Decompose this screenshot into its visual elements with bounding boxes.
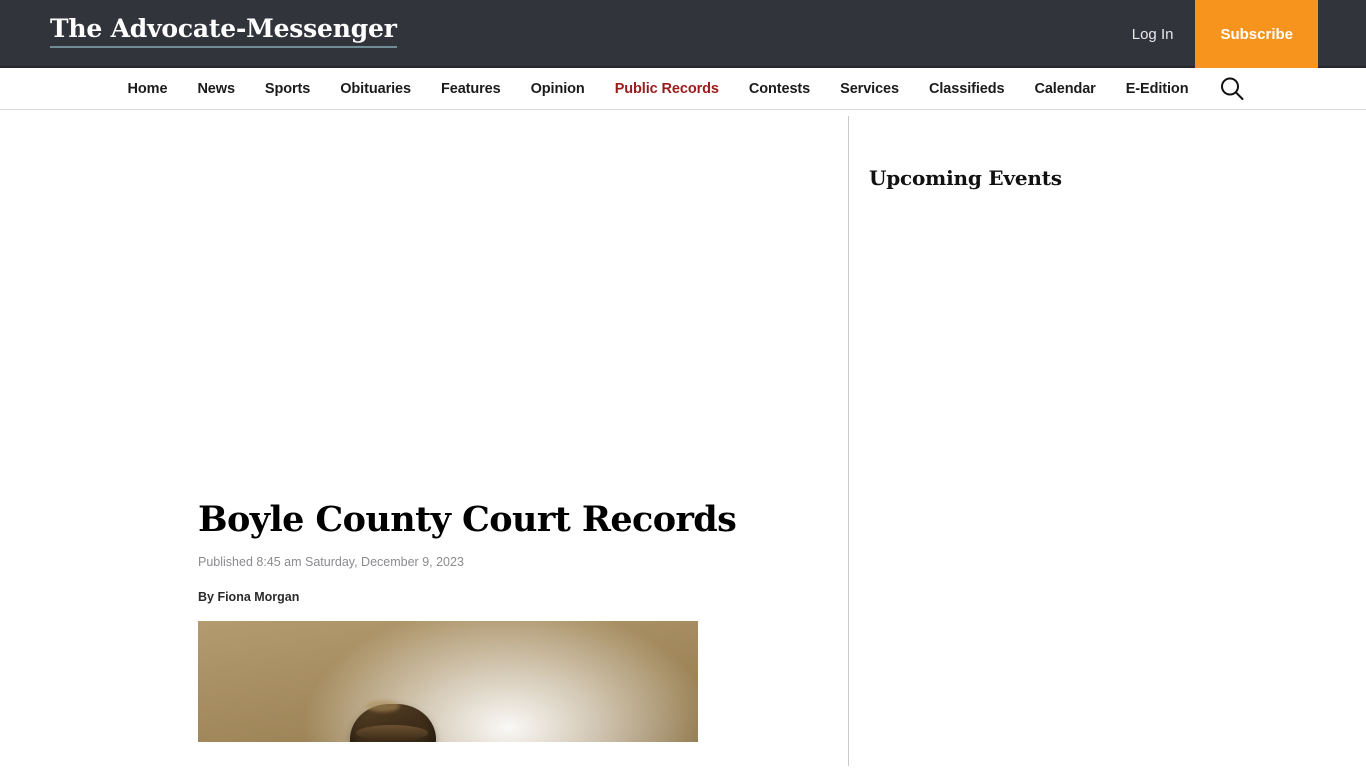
nav-item-classifieds[interactable]: Classifieds: [914, 81, 1019, 97]
article-headline: Boyle County Court Records: [198, 499, 737, 540]
nav-item-services[interactable]: Services: [825, 81, 914, 97]
nav-item-opinion[interactable]: Opinion: [516, 81, 600, 97]
nav-item-features-wrap: Features: [426, 80, 516, 98]
nav-item-contests[interactable]: Contests: [734, 81, 825, 97]
nav-item-e-edition-wrap: E-Edition: [1111, 80, 1204, 98]
nav-item-sports-wrap: Sports: [250, 80, 325, 98]
advertisement-slot[interactable]: [198, 110, 698, 480]
article-byline: By Fiona Morgan: [198, 590, 300, 605]
search-button[interactable]: [1203, 74, 1253, 104]
nav-item-home[interactable]: Home: [113, 81, 183, 97]
nav-item-opinion-wrap: Opinion: [516, 80, 600, 98]
nav-item-calendar[interactable]: Calendar: [1019, 81, 1110, 97]
nav-item-e-edition[interactable]: E-Edition: [1111, 81, 1204, 97]
nav-item-obituaries-wrap: Obituaries: [325, 80, 426, 98]
site-header: The Advocate-Messenger Log In Subscribe: [0, 0, 1366, 68]
upcoming-events-list[interactable]: [869, 212, 1289, 692]
sidebar: Upcoming Events: [848, 116, 1318, 766]
sidebar-heading-upcoming-events: Upcoming Events: [869, 166, 1062, 190]
nav-item-obituaries[interactable]: Obituaries: [325, 81, 426, 97]
nav-item-public-records-wrap: Public Records: [600, 80, 734, 98]
article-published-date: Published 8:45 am Saturday, December 9, …: [198, 555, 464, 570]
search-icon: [1221, 77, 1244, 100]
nav-item-news-wrap: News: [182, 80, 249, 98]
nav-item-news[interactable]: News: [182, 81, 249, 97]
page-body: Boyle County Court Records Published 8:4…: [0, 110, 1366, 766]
nav-list: Home News Sports Obituaries Features Opi…: [113, 74, 1254, 104]
nav-item-contests-wrap: Contests: [734, 80, 825, 98]
article-column: Boyle County Court Records Published 8:4…: [198, 110, 758, 743]
subscribe-button[interactable]: Subscribe: [1195, 0, 1318, 68]
site-logo[interactable]: The Advocate-Messenger: [50, 15, 397, 49]
main-navigation: Home News Sports Obituaries Features Opi…: [0, 68, 1366, 110]
nav-item-home-wrap: Home: [113, 80, 183, 98]
log-in-link[interactable]: Log In: [1110, 0, 1196, 68]
nav-item-services-wrap: Services: [825, 80, 914, 98]
nav-item-classifieds-wrap: Classifieds: [914, 80, 1019, 98]
nav-item-public-records[interactable]: Public Records: [600, 81, 734, 97]
nav-search-wrap: [1203, 74, 1253, 104]
feature-image-photo: [198, 621, 698, 743]
nav-item-features[interactable]: Features: [426, 81, 516, 97]
nav-item-calendar-wrap: Calendar: [1019, 80, 1110, 98]
article-feature-image: [198, 621, 698, 743]
nav-item-sports[interactable]: Sports: [250, 81, 325, 97]
header-actions: Log In Subscribe: [1110, 0, 1366, 68]
